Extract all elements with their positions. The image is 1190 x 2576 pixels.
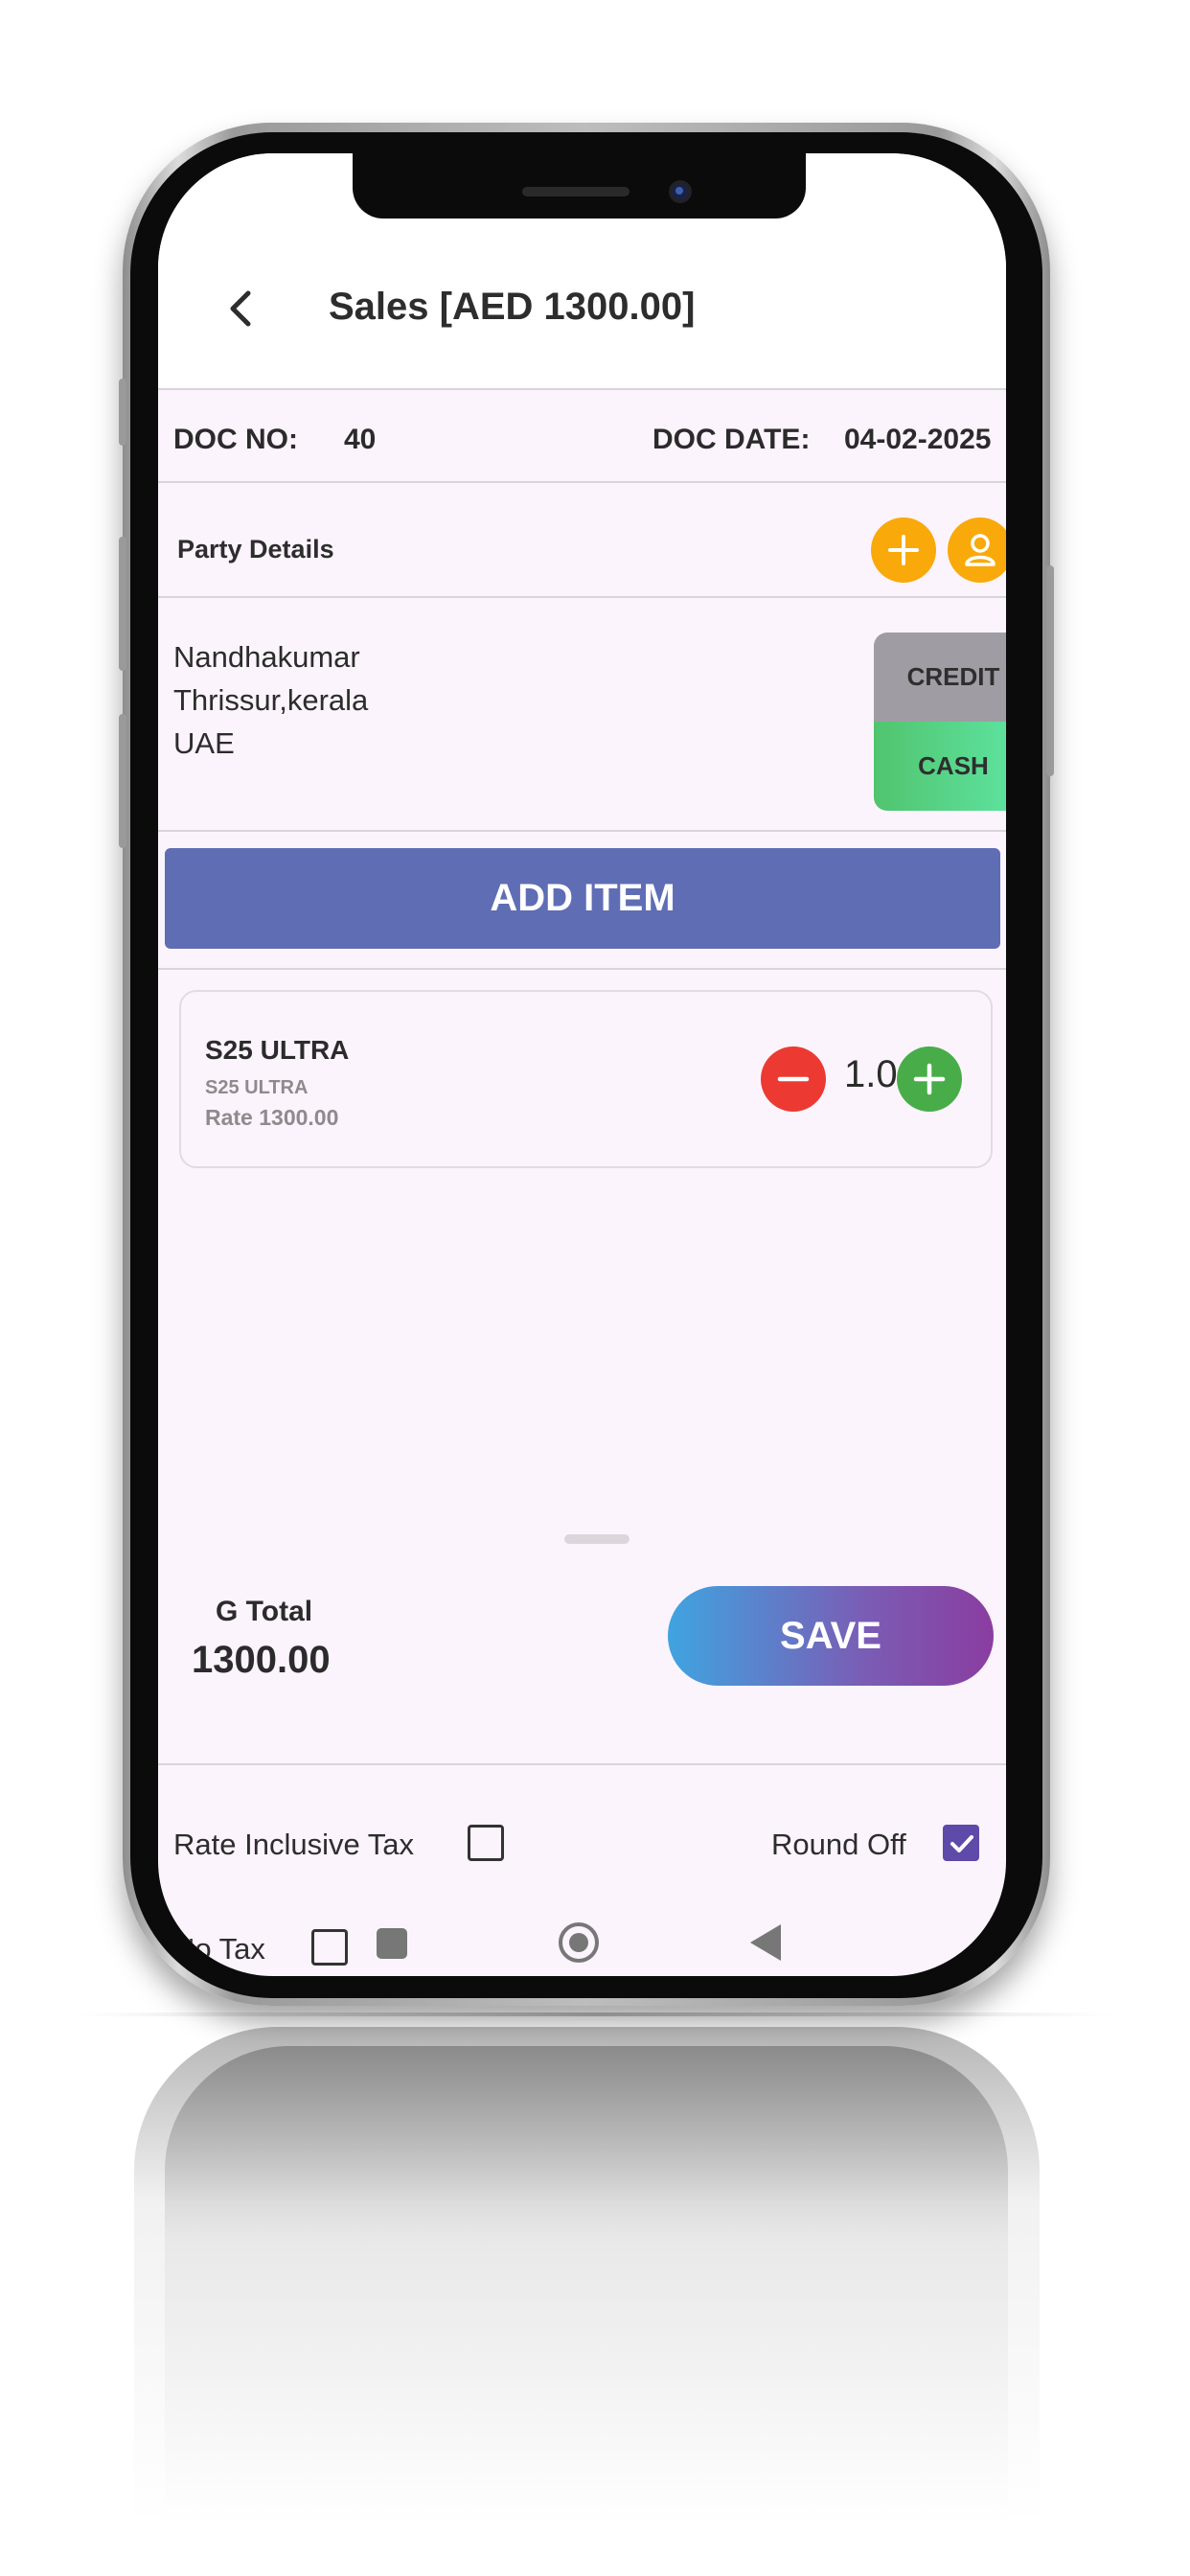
plus-icon (888, 535, 919, 565)
divider (158, 1763, 1006, 1765)
party-details-label: Party Details (177, 535, 334, 564)
divider (158, 830, 1006, 832)
plus-icon (913, 1063, 946, 1095)
select-party-button[interactable] (948, 518, 1006, 583)
person-icon (965, 534, 995, 566)
grand-total-label: G Total (216, 1596, 313, 1627)
party-address: Thrissur,kerala (173, 683, 369, 717)
add-item-button[interactable]: ADD ITEM (165, 848, 1000, 949)
credit-option[interactable]: CREDIT (874, 632, 1006, 722)
increase-qty-button[interactable] (897, 1046, 962, 1112)
decrease-qty-button[interactable] (761, 1046, 826, 1112)
round-off-checkbox[interactable] (943, 1825, 979, 1861)
save-button[interactable]: SAVE (668, 1586, 994, 1686)
doc-date-value[interactable]: 04-02-2025 (844, 424, 991, 456)
round-off-label: Round Off (771, 1828, 906, 1861)
doc-no-label: DOC NO: (173, 424, 298, 455)
payment-mode-toggle: CREDIT CASH (874, 632, 1006, 811)
rate-inclusive-tax-label: Rate Inclusive Tax (173, 1828, 414, 1861)
grand-total-value: 1300.00 (192, 1639, 331, 1681)
recents-icon[interactable] (377, 1928, 407, 1959)
divider (158, 968, 1006, 970)
sheet-drag-handle[interactable] (564, 1534, 629, 1544)
add-party-button[interactable] (871, 518, 936, 583)
back-arrow-icon[interactable] (220, 288, 263, 330)
doc-no-value: 40 (344, 424, 377, 455)
party-country: UAE (173, 726, 235, 760)
minus-icon (777, 1076, 810, 1082)
item-rate: Rate 1300.00 (205, 1105, 339, 1130)
phone-side-button (119, 537, 126, 671)
home-icon[interactable] (559, 1922, 599, 1963)
divider (158, 388, 1006, 390)
phone-side-button (119, 379, 126, 446)
phone-side-button (1046, 565, 1054, 776)
back-icon[interactable] (750, 1924, 781, 1961)
party-name: Nandhakumar (173, 640, 360, 674)
notch (353, 151, 806, 218)
phone-reflection-inner (165, 2046, 1008, 2525)
list-item[interactable]: S25 ULTRA S25 ULTRA Rate 1300.00 1.0 (179, 990, 993, 1168)
rate-inclusive-tax-checkbox[interactable] (468, 1825, 504, 1861)
item-name: S25 ULTRA (205, 1035, 350, 1065)
floor-shadow (77, 2012, 1113, 2016)
phone-side-button (119, 714, 126, 848)
divider (158, 481, 1006, 483)
cash-option[interactable]: CASH (874, 722, 1006, 811)
quantity-value: 1.0 (844, 1053, 898, 1095)
app-screen: Sales [AED 1300.00] DOC NO: 40 DOC DATE:… (158, 153, 1006, 1976)
front-camera (669, 180, 692, 203)
page-title: Sales [AED 1300.00] (329, 286, 696, 328)
doc-date-label: DOC DATE: (652, 424, 811, 455)
divider (158, 596, 1006, 598)
item-description: S25 ULTRA (205, 1077, 309, 1098)
speaker (522, 187, 629, 196)
checkmark-icon (950, 1835, 973, 1852)
